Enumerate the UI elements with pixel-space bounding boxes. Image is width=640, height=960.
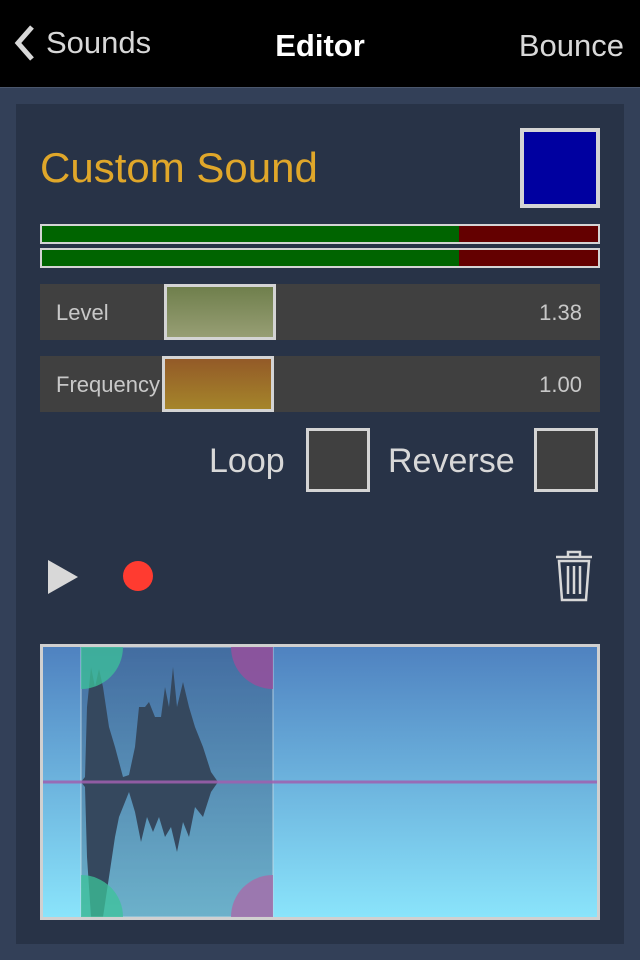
sound-name[interactable]: Custom Sound (40, 144, 318, 192)
level-slider[interactable]: Level 1.38 (40, 284, 600, 340)
record-icon[interactable] (122, 560, 154, 592)
loop-label: Loop (209, 442, 285, 480)
color-picker-button[interactable] (520, 128, 600, 208)
level-meter-left (40, 224, 600, 244)
frequency-slider-thumb[interactable] (162, 356, 274, 412)
frequency-value: 1.00 (539, 372, 582, 397)
chevron-left-icon (14, 25, 34, 61)
reverse-label: Reverse (388, 442, 515, 480)
back-label: Sounds (46, 25, 152, 60)
frequency-label: Frequency (56, 372, 160, 397)
level-meter-right (40, 248, 600, 268)
frequency-slider[interactable]: Frequency 1.00 (40, 356, 600, 412)
play-icon[interactable] (46, 558, 80, 596)
waveform-editor[interactable] (40, 644, 600, 920)
level-slider-thumb[interactable] (164, 284, 276, 340)
navigation-bar: Sounds Editor Bounce (0, 0, 640, 88)
loop-checkbox[interactable] (306, 428, 370, 492)
level-label: Level (56, 300, 109, 325)
reverse-checkbox[interactable] (534, 428, 598, 492)
back-button[interactable]: Sounds (14, 24, 151, 62)
level-value: 1.38 (539, 300, 582, 325)
bounce-button[interactable]: Bounce (519, 28, 624, 64)
editor-panel: Custom Sound Level 1.38 Frequency 1.00 L… (16, 104, 624, 944)
trash-icon[interactable] (554, 550, 594, 602)
